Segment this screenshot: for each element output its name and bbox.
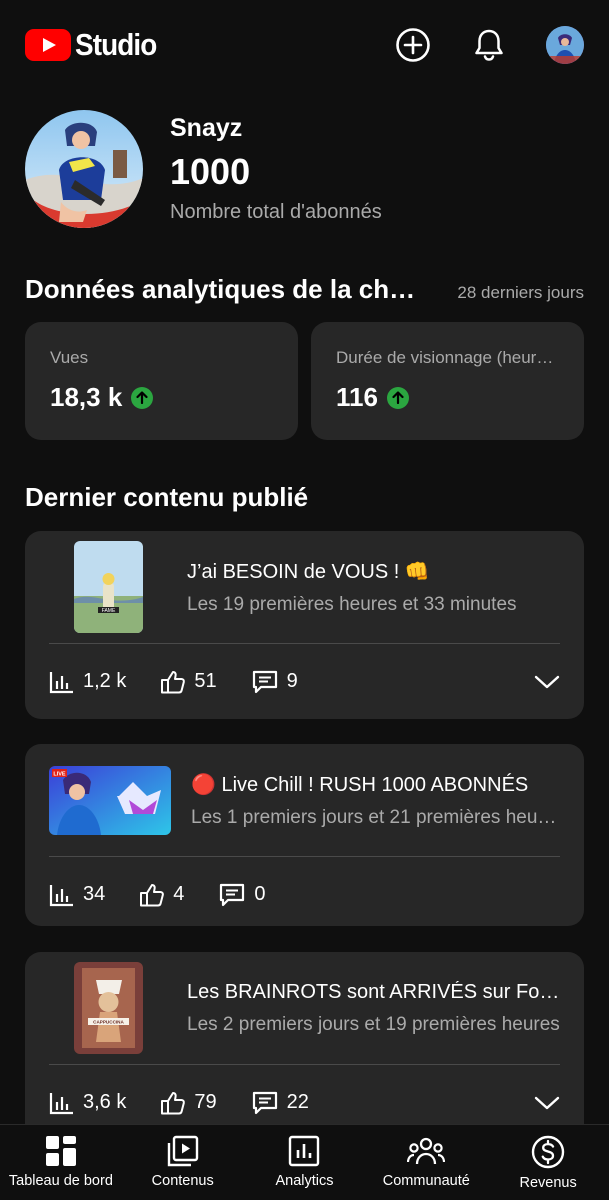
comments-count: 22 xyxy=(286,1091,309,1113)
latest-content-title: Dernier contenu publié xyxy=(25,482,309,512)
video-meta: Les 19 premières heures et 33 minutes xyxy=(187,593,517,615)
views-count: 3,6 k xyxy=(83,1091,127,1113)
content-card[interactable]: FAME J’ai BESOIN de VOUS ! 👊 Les 19 prem… xyxy=(25,531,584,719)
account-avatar[interactable] xyxy=(546,26,584,64)
bar-chart-icon xyxy=(49,1092,73,1114)
comments-count: 9 xyxy=(286,670,298,692)
comments-stat: 22 xyxy=(251,1090,309,1116)
chevron-down-icon[interactable] xyxy=(534,674,560,690)
comments-stat: 0 xyxy=(218,882,266,908)
thumbnail-text: FAME xyxy=(102,608,116,614)
metric-label: Durée de visionnage (heures) xyxy=(336,348,559,367)
channel-header: Snayz 1000 Nombre total d'abonnés xyxy=(25,110,382,228)
youtube-logo-icon xyxy=(25,29,71,61)
avatar-image xyxy=(546,26,584,64)
analytics-icon xyxy=(289,1135,320,1167)
content-card[interactable]: CAPPUCCINA Les BRAINROTS sont ARRIVÉS su… xyxy=(25,952,584,1140)
latest-content-header: Dernier contenu publié xyxy=(25,482,584,513)
comments-count: 0 xyxy=(254,883,266,905)
metric-card-views[interactable]: Vues 18,3 k xyxy=(25,322,298,440)
nav-label: Analytics xyxy=(275,1173,334,1189)
likes-stat: 79 xyxy=(160,1090,217,1116)
plus-circle-icon xyxy=(396,28,430,62)
analytics-title: Données analytiques de la chaîne xyxy=(25,274,425,304)
metric-value: 116 xyxy=(336,382,378,412)
chevron-down-icon[interactable] xyxy=(534,1095,560,1111)
top-app-bar: Studio xyxy=(0,0,609,90)
thumbs-up-icon xyxy=(161,670,186,693)
thumbnail-text: CAPPUCCINA xyxy=(93,1020,124,1025)
likes-count: 79 xyxy=(194,1091,217,1113)
views-stat: 3,6 k xyxy=(49,1091,126,1115)
comments-stat: 9 xyxy=(251,669,298,695)
video-title: 🔴 Live Chill ! RUSH 1000 ABONNÉS xyxy=(191,773,529,796)
channel-avatar-image xyxy=(25,110,143,228)
metric-card-watch-time[interactable]: Durée de visionnage (heures) 116 xyxy=(311,322,584,440)
views-count: 34 xyxy=(83,883,106,905)
views-stat: 34 xyxy=(49,883,105,907)
video-thumbnail[interactable]: CAPPUCCINA xyxy=(74,962,143,1054)
analytics-header[interactable]: Données analytiques de la chaîne 28 dern… xyxy=(25,274,584,305)
views-count: 1,2 k xyxy=(83,670,127,692)
analytics-period: 28 derniers jours xyxy=(457,283,584,302)
comment-icon xyxy=(220,883,245,906)
nav-label: Revenus xyxy=(519,1175,577,1191)
likes-count: 4 xyxy=(173,883,185,905)
community-icon xyxy=(407,1137,446,1165)
live-badge-text: LIVE xyxy=(53,771,66,777)
nav-item-dashboard[interactable]: Tableau de bord xyxy=(0,1125,122,1200)
revenue-icon xyxy=(531,1135,565,1169)
nav-item-analytics[interactable]: Analytics xyxy=(244,1125,366,1200)
logo-text: Studio xyxy=(75,27,157,62)
bar-chart-icon xyxy=(49,884,73,906)
content-icon xyxy=(167,1135,198,1167)
dashboard-icon xyxy=(45,1136,76,1166)
likes-stat: 4 xyxy=(139,882,184,908)
nav-item-content[interactable]: Contenus xyxy=(122,1125,244,1200)
likes-stat: 51 xyxy=(160,669,217,695)
metric-value: 18,3 k xyxy=(50,382,123,412)
channel-name: Snayz xyxy=(170,114,243,142)
channel-avatar[interactable] xyxy=(25,110,143,228)
subscriber-count: 1000 xyxy=(170,151,251,192)
nav-item-revenue[interactable]: Revenus xyxy=(487,1125,609,1200)
subscriber-label: Nombre total d'abonnés xyxy=(170,201,382,223)
video-title: J’ai BESOIN de VOUS ! 👊 xyxy=(187,560,430,583)
nav-label: Tableau de bord xyxy=(8,1173,113,1189)
bell-icon xyxy=(475,29,503,61)
trend-up-icon xyxy=(386,386,409,409)
views-stat: 1,2 k xyxy=(49,670,126,694)
video-thumbnail[interactable]: FAME xyxy=(74,541,143,633)
nav-label: Communauté xyxy=(382,1173,470,1189)
video-title: Les BRAINROTS sont ARRIVÉS sur Fortnite xyxy=(187,980,560,1003)
nav-item-community[interactable]: Communauté xyxy=(365,1125,487,1200)
bar-chart-icon xyxy=(49,671,73,693)
create-button[interactable] xyxy=(394,26,432,64)
nav-label: Contenus xyxy=(151,1173,214,1189)
comment-icon xyxy=(252,670,277,693)
video-thumbnail[interactable]: LIVE xyxy=(49,765,171,835)
video-meta: Les 2 premiers jours et 19 premières heu… xyxy=(187,1013,560,1035)
likes-count: 51 xyxy=(194,670,217,692)
trend-up-icon xyxy=(131,386,154,409)
comment-icon xyxy=(252,1091,277,1114)
content-card[interactable]: LIVE 🔴 Live Chill ! RUSH 1000 ABONNÉS Le… xyxy=(25,744,584,926)
notifications-button[interactable] xyxy=(470,26,508,64)
thumbs-up-icon xyxy=(161,1091,186,1114)
thumbs-up-icon xyxy=(140,883,165,906)
bottom-navigation: Tableau de bord Contenus Analytics Commu… xyxy=(0,1124,609,1200)
metric-label: Vues xyxy=(50,348,89,367)
youtube-studio-logo[interactable]: Studio xyxy=(25,27,165,63)
video-meta: Les 1 premiers jours et 21 premières heu… xyxy=(191,806,560,828)
